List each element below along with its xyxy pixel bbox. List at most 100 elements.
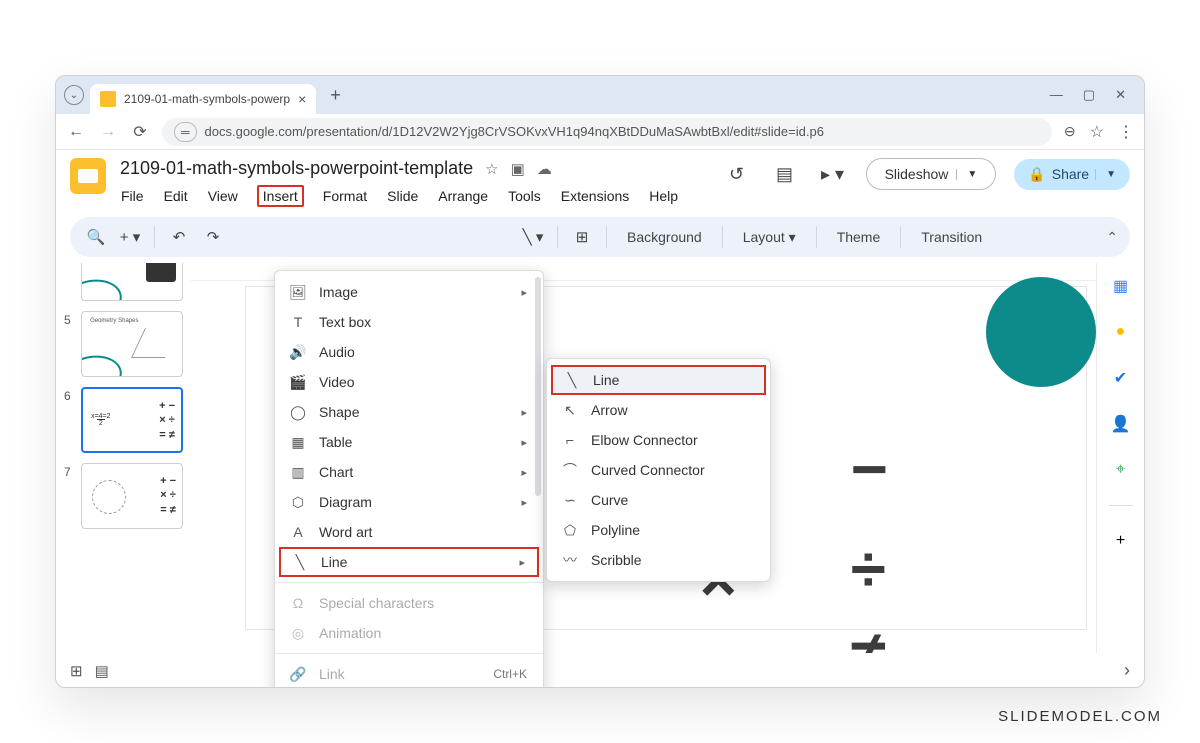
insert-menu-item-diagram[interactable]: ⬡Diagram▸ [275,487,543,517]
star-icon[interactable]: ☆ [485,160,498,178]
insert-menu-item-text-box[interactable]: T Text box [275,307,543,337]
slide-thumb[interactable] [81,263,183,301]
move-icon[interactable]: ▣ [511,160,525,178]
close-window-icon[interactable]: ✕ [1115,87,1126,103]
menu-file[interactable]: File [120,185,145,207]
browser-menu-icon[interactable]: ⋮ [1118,122,1134,142]
address-bar: ← → ⟳ ═ docs.google.com/presentation/d/1… [56,114,1144,150]
close-tab-icon[interactable]: × [298,91,306,107]
slide-thumb[interactable]: + −× ÷= ≠ [81,463,183,529]
tab-dropdown[interactable]: ⌄ [64,85,84,105]
slide-thumb-selected[interactable]: x=4=2 2 + −× ÷= ≠ [81,387,183,453]
menu-slide[interactable]: Slide [386,185,419,207]
menu-view[interactable]: View [207,185,239,207]
menu-item-label: Shape [319,404,359,420]
menu-format[interactable]: Format [322,185,368,207]
share-caret-icon[interactable]: ▼ [1095,169,1116,180]
line-submenu-item-elbow-connector[interactable]: ⌐Elbow Connector [547,425,770,455]
menu-arrange[interactable]: Arrange [437,185,489,207]
insert-menu-item-word-art[interactable]: AWord art [275,517,543,547]
filmstrip-icon[interactable]: ▤ [95,662,109,680]
thumb-row[interactable]: 5 Geometry Shapes [64,311,183,377]
new-tab-button[interactable]: + [330,85,341,106]
layout-button[interactable]: Layout ▾ [733,229,806,246]
line-tool-icon[interactable]: ╲ ▾ [519,223,547,251]
meet-icon[interactable]: ▸ ▾ [818,159,848,189]
back-icon[interactable]: ← [66,123,86,141]
comment-tool-icon[interactable]: ⊞ [568,223,596,251]
menu-item-label: Animation [319,625,381,641]
url-box[interactable]: ═ docs.google.com/presentation/d/1D12V2W… [162,118,1052,146]
contacts-icon[interactable]: 👤 [1110,413,1132,435]
minimize-icon[interactable]: — [1050,87,1063,103]
search-icon[interactable]: 🔍 [82,223,110,251]
insert-menu-item-video[interactable]: 🎬Video [275,367,543,397]
animation-icon: ◎ [289,624,307,642]
line-submenu: ╲Line↖Arrow⌐Elbow Connector⌒Curved Conne… [546,358,771,582]
submenu-arrow-icon: ▸ [521,286,527,299]
arrow-icon: ↖ [561,401,579,419]
comments-icon[interactable]: ▤ [770,159,800,189]
redo-icon[interactable]: ↷ [199,223,227,251]
undo-icon[interactable]: ↶ [165,223,193,251]
menu-item-label: Text box [319,314,371,330]
line-submenu-item-arrow[interactable]: ↖Arrow [547,395,770,425]
grid-view-icon[interactable]: ⊞ [70,662,83,680]
menu-edit[interactable]: Edit [163,185,189,207]
line-submenu-item-curved-connector[interactable]: ⌒Curved Connector [547,455,770,485]
thumb-row[interactable] [64,271,183,301]
forward-icon[interactable]: → [98,123,118,141]
slides-logo[interactable] [70,158,106,194]
doc-title[interactable]: 2109-01-math-symbols-powerpoint-template [120,158,473,179]
tasks-icon[interactable]: ✔ [1110,367,1132,389]
line-submenu-item-line[interactable]: ╲Line [551,365,766,395]
zoom-icon[interactable]: ⊖ [1064,123,1076,140]
bookmark-icon[interactable]: ☆ [1090,122,1104,142]
insert-menu-item-image[interactable]: 🖼Image▸ [275,277,543,307]
history-icon[interactable]: ↺ [722,159,752,189]
thumb-row[interactable]: 6 x=4=2 2 + −× ÷= ≠ [64,387,183,453]
submenu-item-label: Elbow Connector [591,432,698,448]
slideshow-button[interactable]: Slideshow ▼ [866,158,997,190]
line-icon: ╲ [291,553,309,571]
insert-menu-item-shape[interactable]: ◯Shape▸ [275,397,543,427]
menu-extensions[interactable]: Extensions [560,185,630,207]
browser-window: ⌄ 2109-01-math-symbols-powerp × + — ▢ ✕ … [55,75,1145,688]
slide-thumb[interactable]: Geometry Shapes [81,311,183,377]
background-button[interactable]: Background [617,229,712,245]
cloud-icon[interactable]: ☁ [537,160,552,178]
keep-icon[interactable]: ● [1110,321,1132,343]
menu-help[interactable]: Help [648,185,679,207]
link-icon: 🔗 [289,665,307,683]
maps-icon[interactable]: ⌖ [1110,459,1132,481]
browser-tab[interactable]: 2109-01-math-symbols-powerp × [90,84,316,114]
sidepanel-toggle-icon[interactable]: › [1124,660,1130,681]
menu-item-label: Audio [319,344,355,360]
line-submenu-item-polyline[interactable]: ⬠Polyline [547,515,770,545]
thumb-row[interactable]: 7 + −× ÷= ≠ [64,463,183,529]
slideshow-caret-icon[interactable]: ▼ [956,169,977,180]
line-submenu-item-curve[interactable]: ∽Curve [547,485,770,515]
menu-insert[interactable]: Insert [257,185,304,207]
line-submenu-item-scribble[interactable]: 〰Scribble [547,545,770,575]
text-box-icon: T [289,313,307,331]
insert-menu-item-chart[interactable]: ▥Chart▸ [275,457,543,487]
insert-menu-item-table[interactable]: ▦Table▸ [275,427,543,457]
new-slide-icon[interactable]: + ▾ [116,223,144,251]
share-button[interactable]: 🔒 Share ▼ [1014,159,1130,190]
site-info-icon[interactable]: ═ [174,122,197,142]
submenu-item-label: Curve [591,492,628,508]
collapse-toolbar-icon[interactable]: ⌃ [1106,229,1118,246]
insert-menu-item-audio[interactable]: 🔊Audio [275,337,543,367]
theme-button[interactable]: Theme [827,229,891,245]
reload-icon[interactable]: ⟳ [130,122,150,142]
menu-tools[interactable]: Tools [507,185,542,207]
menu-item-label: Chart [319,464,353,480]
insert-menu-item-line[interactable]: ╲Line▸ [279,547,539,577]
add-panel-icon[interactable]: + [1110,530,1132,552]
scribble-icon: 〰 [561,551,579,569]
calendar-icon[interactable]: ▦ [1110,275,1132,297]
menu-item-label: Table [319,434,352,450]
transition-button[interactable]: Transition [911,229,992,245]
maximize-icon[interactable]: ▢ [1083,87,1095,103]
